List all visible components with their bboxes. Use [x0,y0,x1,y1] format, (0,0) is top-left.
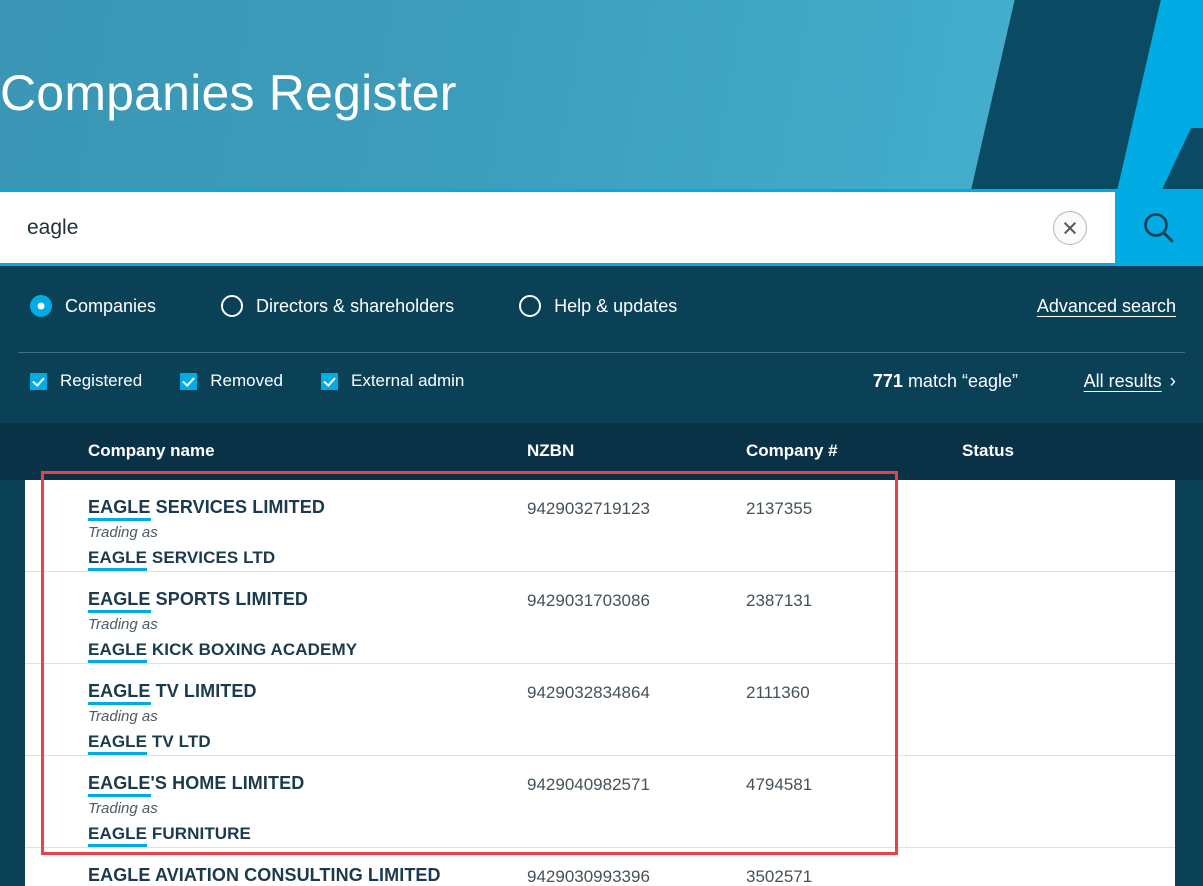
checkbox-label-removed: Removed [210,371,283,390]
match-summary-text: match “eagle” [902,371,1018,391]
company-number-value: 4794581 [746,775,813,794]
company-number-value: 2137355 [746,499,813,518]
all-results-link[interactable]: All results › [1084,371,1176,392]
checkbox-option-registered[interactable]: Registered [30,371,142,391]
trading-name[interactable]: EAGLE KICK BOXING ACADEMY [88,640,357,663]
column-header-status: Status [962,441,1014,460]
search-term-highlight: EAGLE [88,640,148,663]
trading-name[interactable]: EAGLE FURNITURE [88,824,251,847]
chevron-right-icon: › [1169,371,1176,392]
column-header-company-name: Company name [88,441,215,460]
company-name-link[interactable]: EAGLE SPORTS LIMITED [88,589,308,613]
nzbn-value: 9429030993396 [527,867,650,886]
status-filter-group: Registered Removed External admin [30,371,502,391]
search-submit-button[interactable] [1115,189,1203,266]
company-name-link[interactable]: EAGLE'S HOME LIMITED [88,773,304,797]
trading-as-label: Trading as [88,616,158,633]
radio-option-companies[interactable]: Companies [30,295,156,317]
company-number-value: 3502571 [746,867,813,886]
trading-name[interactable]: EAGLE TV LTD [88,732,211,755]
radio-option-help-updates[interactable]: Help & updates [519,295,677,317]
nzbn-value: 9429040982571 [527,775,650,794]
table-row[interactable]: EAGLE SPORTS LIMITED Trading as EAGLE KICK… [25,572,1175,664]
table-row[interactable]: EAGLE AVIATION CONSULTING LIMITED 9429030… [25,848,1175,886]
nzbn-value: 9429031703086 [527,591,650,610]
radio-label-companies: Companies [65,295,157,316]
radio-unselected-icon [221,295,244,317]
match-summary: 771 match “eagle” [873,371,1018,392]
hero-banner: Companies Register [0,0,1203,189]
company-name-link[interactable]: EAGLE AVIATION CONSULTING LIMITED [88,865,441,886]
nzbn-value: 9429032834864 [527,683,650,702]
search-field-container [0,189,1115,266]
checkbox-checked-icon [320,372,338,390]
checkbox-option-removed[interactable]: Removed [180,371,283,391]
company-name-link[interactable]: EAGLE SERVICES LIMITED [88,497,325,521]
column-header-nzbn: NZBN [527,441,575,460]
search-term-highlight: EAGLE [88,548,148,571]
radio-selected-icon [30,295,52,317]
radio-label-help-updates: Help & updates [554,295,678,316]
filter-divider [18,352,1185,353]
checkbox-label-registered: Registered [60,371,143,390]
trading-as-label: Trading as [88,708,158,725]
match-count: 771 [872,371,903,391]
results-table-header: Company name NZBN Company # Status [0,423,1203,480]
advanced-search-link[interactable]: Advanced search [1037,296,1176,317]
trading-as-label: Trading as [88,524,158,541]
table-row[interactable]: EAGLE TV LIMITED Trading as EAGLE TV LTD 94… [25,664,1175,756]
search-term-highlight: EAGLE [88,497,151,521]
page-title: Companies Register [0,65,457,121]
column-header-company-number: Company # [746,441,838,460]
filter-panel: Companies Directors & shareholders Help … [0,266,1203,423]
table-row[interactable]: EAGLE'S HOME LIMITED Trading as EAGLE FURN… [25,756,1175,848]
clear-search-icon[interactable] [1053,210,1087,245]
search-term-highlight: EAGLE [88,732,148,755]
radio-option-directors-shareholders[interactable]: Directors & shareholders [221,295,454,317]
search-input[interactable] [0,192,1053,263]
search-term-highlight: EAGLE [88,773,151,797]
radio-unselected-icon [519,295,542,317]
results-table-body: EAGLE SERVICES LIMITED Trading as EAGLE SE… [25,480,1175,886]
trading-as-label: Trading as [88,800,158,817]
search-type-radio-group: Companies Directors & shareholders Help … [30,295,742,317]
search-term-highlight: EAGLE [88,681,151,705]
company-number-value: 2387131 [746,591,813,610]
all-results-label: All results [1083,371,1162,391]
search-icon [1144,212,1174,242]
search-bar [0,189,1203,266]
checkbox-option-external-admin[interactable]: External admin [320,371,465,391]
company-number-value: 2111360 [746,683,810,702]
trading-name[interactable]: EAGLE SERVICES LTD [88,548,275,571]
company-name-link[interactable]: EAGLE TV LIMITED [88,681,257,705]
checkbox-checked-icon [30,372,47,390]
nzbn-value: 9429032719123 [527,499,650,518]
checkbox-checked-icon [180,372,198,390]
checkbox-label-external-admin: External admin [350,371,465,390]
search-term-highlight: EAGLE [88,824,148,847]
table-row[interactable]: EAGLE SERVICES LIMITED Trading as EAGLE SE… [25,480,1175,572]
radio-label-directors-shareholders: Directors & shareholders [256,295,455,316]
companies-register-page: Companies Register Companies Directors &… [0,0,1203,886]
search-term-highlight: EAGLE [88,589,151,613]
